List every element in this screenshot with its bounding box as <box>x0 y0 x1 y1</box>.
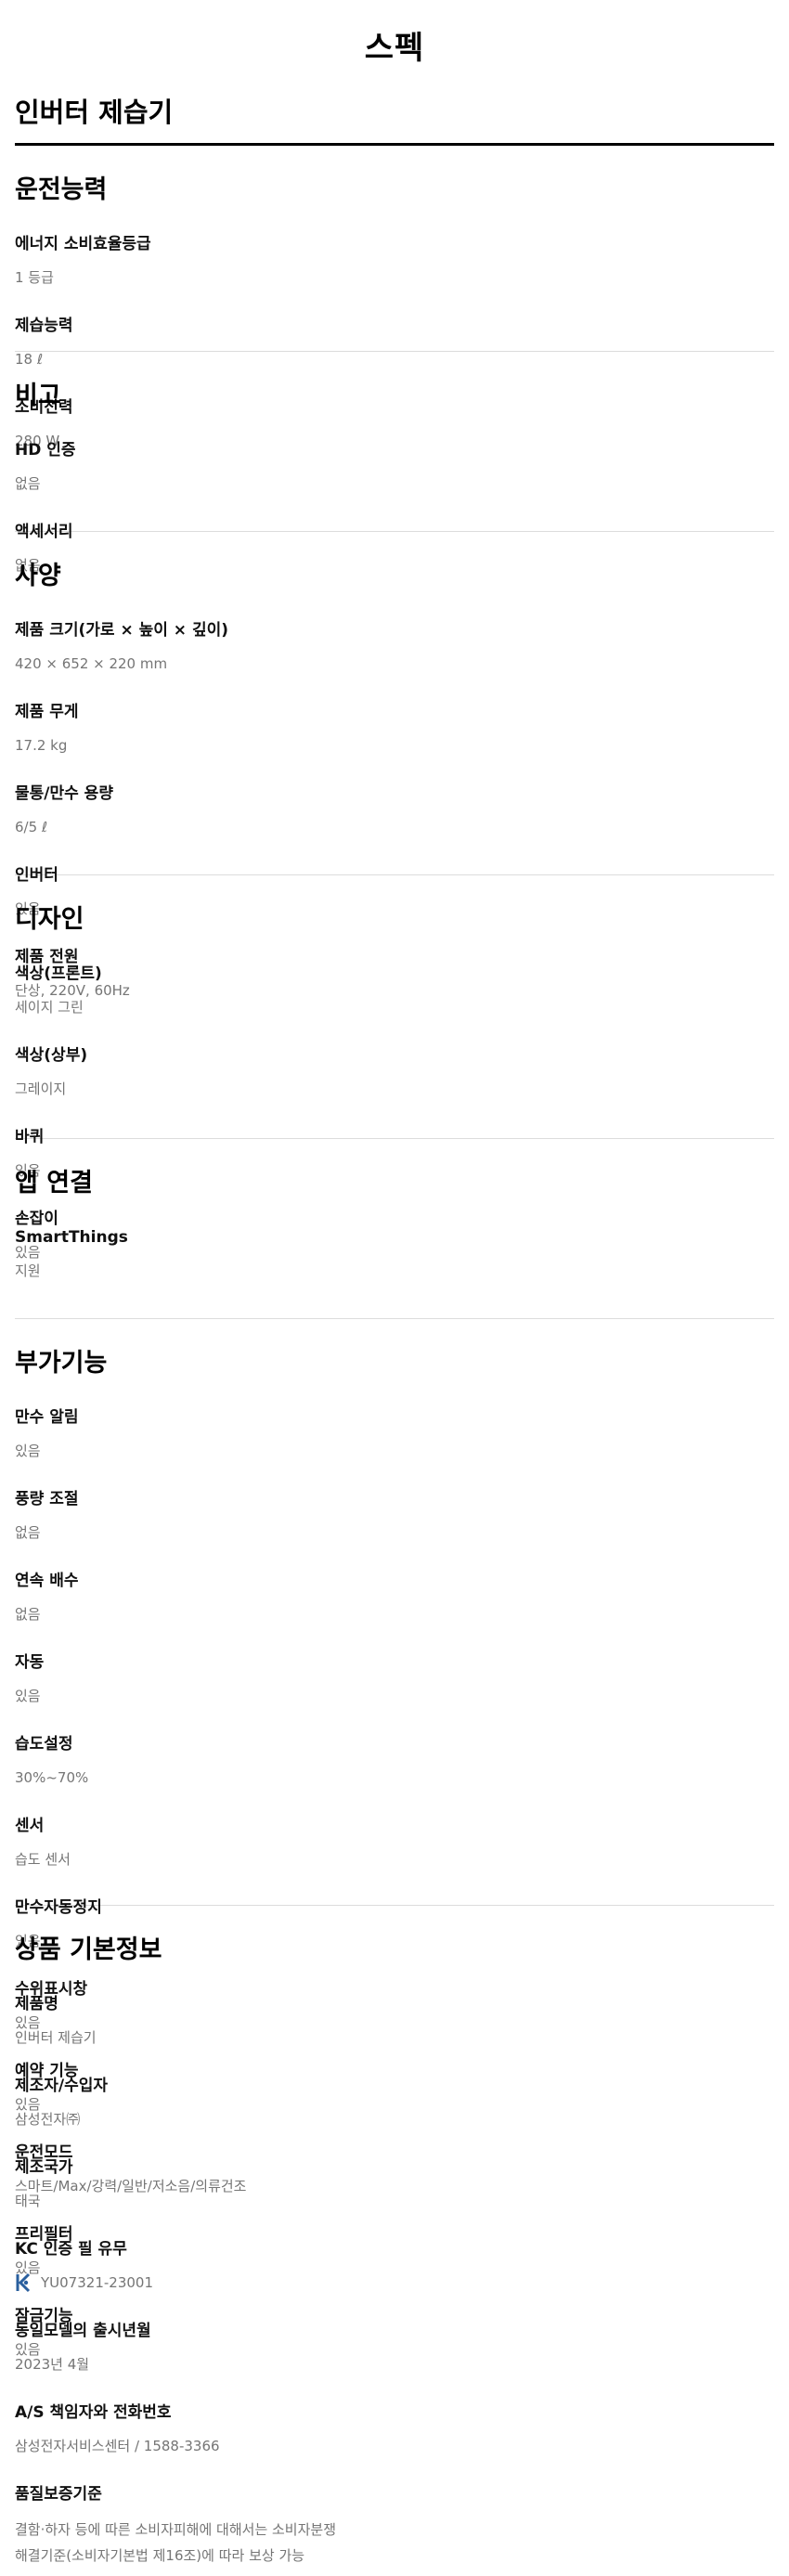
spec-grid: 제품명 인버터 제습기 제조자/수입자 삼성전자㈜ 제조국가 태국 KC 인증 필 유무 YU… <box>15 1993 774 2576</box>
spec-item: 색상(프론트) 세이지 그린 <box>15 963 395 1037</box>
spec-sections: 운전능력 에너지 소비효율등급 1 등급 제습능력 18 ℓ 소비전력 280 W 비고 HD … <box>15 146 774 2564</box>
spec-label: 제품명 <box>15 1995 58 2013</box>
spec-value: 18 ℓ <box>15 351 44 368</box>
spec-value: 2023년 4월 <box>15 2356 90 2373</box>
spec-label: 에너지 소비효율등급 <box>15 235 151 253</box>
spec-value: 없음 <box>15 475 41 492</box>
spec-label: 동일모델의 출시년월 <box>15 2322 151 2340</box>
spec-value-line: 해결기준(소비자기본법 제16조)에 따라 보상 가능 <box>15 2547 305 2564</box>
spec-item: 색상(상부) 그레이지 <box>15 1044 395 1119</box>
spec-item: 동일모델의 출시년월 2023년 4월 <box>15 2320 395 2394</box>
spec-value: YU07321-23001 <box>15 2272 395 2294</box>
spec-item: 품질보증기준결함·하자 등에 따른 소비자피해에 대해서는 소비자분쟁해결기준(… <box>15 2483 774 2569</box>
spec-value: 없음 <box>15 557 41 574</box>
spec-item: 에너지 소비효율등급 1 등급 <box>15 233 395 307</box>
spec-value: 1 등급 <box>15 269 54 286</box>
spec-grid: SmartThings 지원 <box>15 1226 774 1308</box>
spec-item: HD 인증없음 <box>15 439 395 513</box>
spec-value: 태국 <box>15 2193 41 2209</box>
spec-label: A/S 책임자와 전화번호 <box>15 2403 172 2422</box>
spec-value: 삼성전자㈜ <box>15 2111 81 2128</box>
spec-item: 제조자/수입자삼성전자㈜ <box>15 2075 395 2149</box>
kc-mark-icon <box>16 2272 31 2293</box>
spec-value: 없음 <box>15 1524 41 1541</box>
spec-value: 없음 <box>15 1606 41 1623</box>
spec-label: 소비전력 <box>15 398 73 417</box>
kc-cert-number: YU07321-23001 <box>41 2274 153 2291</box>
spec-label: 연속 배수 <box>15 1572 79 1590</box>
spec-label: HD 인증 <box>15 441 76 460</box>
spec-label: 제조자/수입자 <box>15 2077 109 2095</box>
spec-item: 제품명인버터 제습기 <box>15 1993 395 2067</box>
spec-value: 인버터 제습기 <box>15 2029 97 2046</box>
spec-item: 제조국가태국 <box>15 2156 395 2231</box>
spec-item: 물통/만수 용량 6/5 ℓ <box>15 783 395 857</box>
spec-value: 있음 <box>15 1688 41 1704</box>
spec-value: 있음 <box>15 1443 41 1459</box>
spec-value: 30%~70% <box>15 1769 89 1786</box>
spec-section: 운전능력 에너지 소비효율등급 1 등급 제습능력 18 ℓ 소비전력 280 W <box>15 146 774 449</box>
section-title: 부가기능 <box>15 1349 108 1378</box>
spec-item: 제품 무게 17.2 kg <box>15 701 395 775</box>
spec-label: 습도설정 <box>15 1735 73 1754</box>
spec-label: 색상(상부) <box>15 1046 88 1065</box>
spec-label: 풍량 조절 <box>15 1490 79 1508</box>
spec-value: 결함·하자 등에 따른 소비자피해에 대해서는 소비자분쟁해결기준(소비자기본법… <box>15 2517 774 2569</box>
spec-item: A/S 책임자와 전화번호삼성전자서비스센터 / 1588-3366 <box>15 2401 395 2476</box>
spec-label: 센서 <box>15 1817 45 1835</box>
spec-section: 부가기능 만수 알림 있음 풍량 조절 없음 연속 배수 없음 자동 있음 습도설정 30%~70%… <box>15 1319 774 2358</box>
spec-label: 물통/만수 용량 <box>15 784 113 803</box>
spec-value: 지원 <box>15 1262 41 1279</box>
spec-label: 품질보증기준 <box>15 2485 102 2504</box>
spec-section: 상품 기본정보 제품명 인버터 제습기 제조자/수입자 삼성전자㈜ 제조국가 태국 KC 인증… <box>15 1906 774 2564</box>
spec-label: 제품 크기(가로 × 높이 × 깊이) <box>15 621 229 640</box>
spec-value-line: 결함·하자 등에 따른 소비자피해에 대해서는 소비자분쟁 <box>15 2521 337 2538</box>
spec-value: 420 × 652 × 220 mm <box>15 655 168 672</box>
spec-value: 세이지 그린 <box>15 999 84 1016</box>
spec-item: 자동있음 <box>15 1651 395 1726</box>
spec-item: KC 인증 필 유무 YU07321-23001 <box>15 2238 395 2312</box>
spec-item: 센서습도 센서 <box>15 1815 395 1889</box>
spec-label: 색상(프론트) <box>15 964 102 983</box>
spec-value: 그레이지 <box>15 1081 67 1097</box>
spec-item: SmartThings 지원 <box>15 1226 395 1301</box>
spec-value: 6/5 ℓ <box>15 819 48 835</box>
spec-label: 만수 알림 <box>15 1408 79 1427</box>
spec-value: 습도 센서 <box>15 1851 71 1868</box>
spec-label: 바퀴 <box>15 1128 45 1146</box>
spec-label: 인버터 <box>15 866 58 885</box>
spec-label: 제조국가 <box>15 2158 73 2177</box>
spec-label: SmartThings <box>15 1228 128 1247</box>
spec-item: 제습능력 18 ℓ <box>15 315 395 389</box>
spec-label: 액세서리 <box>15 523 73 541</box>
product-name: 인버터 제습기 <box>15 97 174 128</box>
spec-item: 액세서리없음 <box>15 521 395 595</box>
spec-item: 습도설정 30%~70% <box>15 1733 395 1807</box>
spec-item: 풍량 조절없음 <box>15 1488 395 1562</box>
spec-page: 스펙 인버터 제습기 운전능력에너지 소비효율등급 1 등급제습능력 18 ℓ 소비전… <box>0 0 789 2564</box>
spec-label: 제품 무게 <box>15 703 79 721</box>
spec-value: 삼성전자서비스센터 / 1588-3366 <box>15 2438 220 2454</box>
spec-label: 만수자동정지 <box>15 1898 102 1917</box>
section-title: 운전능력 <box>15 175 108 204</box>
product-header: 인버터 제습기 <box>15 87 774 146</box>
spec-item: 연속 배수없음 <box>15 1570 395 1644</box>
spec-label: 자동 <box>15 1653 45 1672</box>
spec-label: KC 인증 필 유무 <box>15 2240 127 2259</box>
spec-item: 만수 알림있음 <box>15 1406 395 1481</box>
page-title: 스펙 <box>364 30 425 67</box>
spec-item: 제품 크기(가로 × 높이 × 깊이) 420 × 652 × 220 mm <box>15 619 395 693</box>
spec-label: 제습능력 <box>15 317 73 335</box>
spec-value: 17.2 kg <box>15 737 68 754</box>
